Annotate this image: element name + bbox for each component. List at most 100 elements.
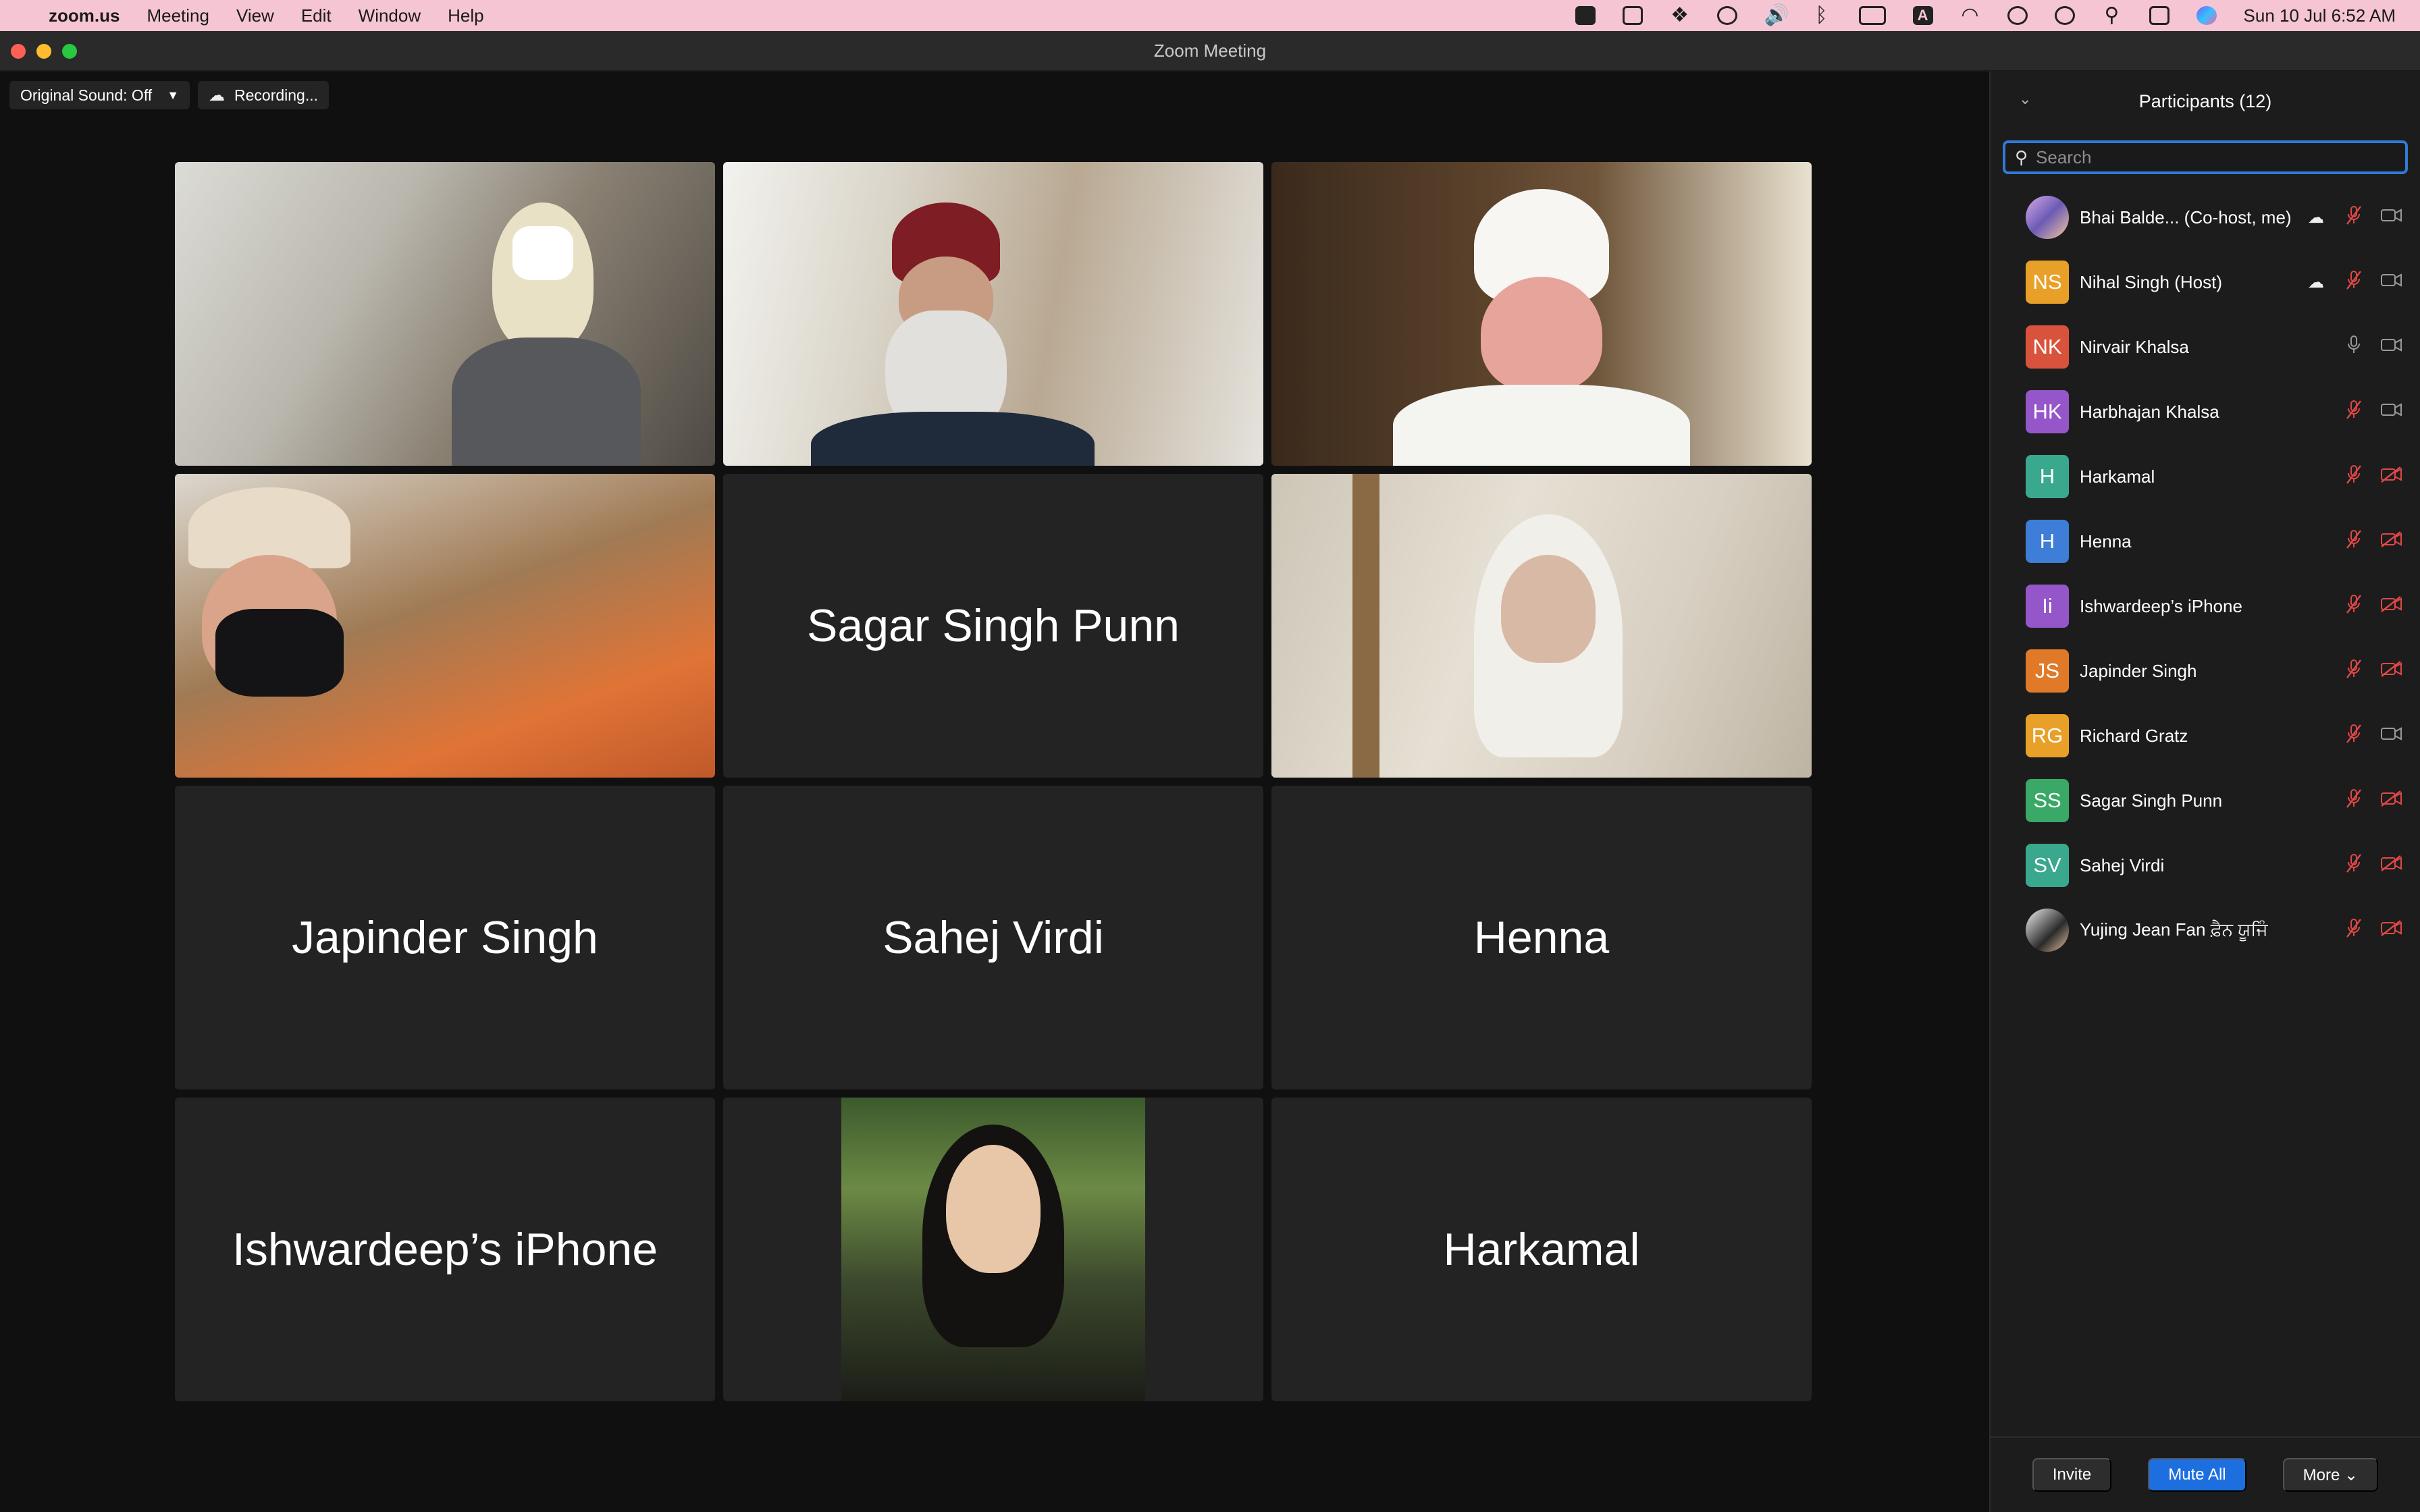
minimize-window-button[interactable] xyxy=(36,44,51,59)
avatar: NK xyxy=(2026,325,2069,369)
keyboard-input-icon[interactable]: A xyxy=(1912,6,1933,25)
caret-down-icon[interactable]: ▼ xyxy=(167,88,179,103)
participant-status-icons xyxy=(2328,444,2404,509)
video-tile[interactable]: Harkamal xyxy=(1271,1098,1812,1401)
participant-status-icons xyxy=(2328,315,2404,379)
microphone-muted-icon[interactable] xyxy=(2342,788,2366,813)
creative-cloud-icon[interactable] xyxy=(1716,6,1737,25)
participant-row[interactable]: H Henna xyxy=(1991,509,2420,574)
participant-row[interactable]: H Harkamal xyxy=(1991,444,2420,509)
video-camera-icon[interactable] xyxy=(2379,336,2404,358)
bluetooth-icon[interactable]: ᛒ xyxy=(1812,5,1832,26)
menu-help[interactable]: Help xyxy=(448,5,483,26)
video-camera-icon[interactable] xyxy=(2379,271,2404,294)
participant-row[interactable]: NK Nirvair Khalsa xyxy=(1991,315,2420,379)
participant-status-icons xyxy=(2328,703,2404,768)
video-tile[interactable] xyxy=(1271,162,1812,466)
zoom-status-icon[interactable] xyxy=(1575,6,1596,25)
invite-button[interactable]: Invite xyxy=(2032,1458,2112,1492)
participant-row[interactable]: Yujing Jean Fan ਫ਼ੈਨ ਯੂਜਿੰ xyxy=(1991,898,2420,963)
microphone-muted-icon[interactable] xyxy=(2342,659,2366,684)
volume-icon[interactable]: 🔊 xyxy=(1764,5,1789,26)
participant-video xyxy=(1271,162,1812,466)
dropbox-icon[interactable]: ❖ xyxy=(1670,5,1690,26)
microphone-muted-icon[interactable] xyxy=(2342,205,2366,230)
video-camera-icon[interactable] xyxy=(2379,725,2404,747)
control-center-icon[interactable] xyxy=(2149,6,2169,25)
participant-search-input[interactable] xyxy=(2034,146,2389,169)
chevron-down-icon[interactable]: ⌄ xyxy=(2019,90,2031,108)
video-off-icon[interactable] xyxy=(2379,790,2404,812)
meeting-gallery-area: Original Sound: Off ▼ ☁ Recording... Sag… xyxy=(0,72,1988,1512)
menu-edit[interactable]: Edit xyxy=(301,5,332,26)
more-button[interactable]: More ⌄ xyxy=(2282,1458,2379,1492)
video-tile[interactable]: Japinder Singh xyxy=(175,786,715,1089)
participant-status-icons xyxy=(2328,898,2404,963)
video-off-icon[interactable] xyxy=(2379,531,2404,553)
participant-status-icons xyxy=(2328,768,2404,833)
video-camera-icon[interactable] xyxy=(2379,401,2404,423)
video-tile[interactable] xyxy=(175,162,715,466)
battery-icon[interactable] xyxy=(1858,6,1886,25)
close-window-button[interactable] xyxy=(11,44,26,59)
participant-row[interactable]: Ii Ishwardeep’s iPhone xyxy=(1991,574,2420,639)
active-speaker-video-tile[interactable] xyxy=(1271,474,1812,778)
video-tile[interactable]: Henna xyxy=(1271,786,1812,1089)
video-tile[interactable] xyxy=(175,474,715,778)
zoom-window-button[interactable] xyxy=(62,44,77,59)
participant-name: Bhai Balde... (Co-host, me) xyxy=(2080,207,2292,227)
video-off-icon[interactable] xyxy=(2379,855,2404,877)
app-menu-zoom[interactable]: zoom.us xyxy=(49,5,120,26)
cloud-recording-icon: ☁ xyxy=(209,86,226,105)
recording-indicator[interactable]: ☁ Recording... xyxy=(198,81,330,109)
participant-row[interactable]: SV Sahej Virdi xyxy=(1991,833,2420,898)
microphone-muted-icon[interactable] xyxy=(2342,853,2366,878)
participant-name: Nihal Singh (Host) xyxy=(2080,271,2222,292)
participant-status-icons xyxy=(2328,833,2404,898)
wifi-icon[interactable]: ◠ xyxy=(1960,5,1980,26)
microphone-muted-icon[interactable] xyxy=(2342,529,2366,554)
screenshot-icon[interactable] xyxy=(1622,6,1643,25)
video-tile[interactable]: Sahej Virdi xyxy=(723,786,1263,1089)
participant-video xyxy=(175,162,715,466)
microphone-muted-icon[interactable] xyxy=(2342,724,2366,749)
participant-row[interactable]: NS Nihal Singh (Host) ☁ xyxy=(1991,250,2420,315)
participant-row[interactable]: RG Richard Gratz xyxy=(1991,703,2420,768)
microphone-muted-icon[interactable] xyxy=(2342,400,2366,425)
user-account-icon[interactable] xyxy=(2007,6,2028,25)
microphone-muted-icon[interactable] xyxy=(2342,464,2366,489)
participant-status-icons xyxy=(2328,509,2404,574)
spotlight-search-icon[interactable]: ⚲ xyxy=(2102,5,2122,26)
participant-name: Henna xyxy=(2080,531,2132,551)
video-off-icon[interactable] xyxy=(2379,660,2404,682)
microphone-muted-icon[interactable] xyxy=(2342,918,2366,943)
video-tile[interactable] xyxy=(723,1098,1263,1401)
video-off-icon[interactable] xyxy=(2379,466,2404,488)
menu-window[interactable]: Window xyxy=(359,5,421,26)
participants-footer: Invite Mute All More ⌄ xyxy=(1991,1436,2420,1512)
mute-all-button[interactable]: Mute All xyxy=(2148,1458,2246,1492)
video-off-icon[interactable] xyxy=(2379,919,2404,942)
participant-status-icons xyxy=(2328,574,2404,639)
window-controls xyxy=(11,44,77,59)
participant-row[interactable]: JS Japinder Singh xyxy=(1991,639,2420,703)
video-camera-icon[interactable] xyxy=(2379,207,2404,229)
time-machine-icon[interactable] xyxy=(2054,6,2075,25)
participant-row[interactable]: SS Sagar Singh Punn xyxy=(1991,768,2420,833)
participant-row[interactable]: HK Harbhajan Khalsa xyxy=(1991,379,2420,444)
menu-bar-clock[interactable]: Sun 10 Jul 6:52 AM xyxy=(2244,5,2396,26)
microphone-muted-icon[interactable] xyxy=(2342,594,2366,619)
video-tile[interactable]: Ishwardeep’s iPhone xyxy=(175,1098,715,1401)
microphone-muted-icon[interactable] xyxy=(2342,270,2366,295)
participant-row[interactable]: Bhai Balde... (Co-host, me) ☁ xyxy=(1991,185,2420,250)
video-tile[interactable] xyxy=(723,162,1263,466)
video-tile[interactable]: Sagar Singh Punn xyxy=(723,474,1263,778)
microphone-icon[interactable] xyxy=(2342,335,2366,360)
participant-name: Sahej Virdi xyxy=(883,912,1104,963)
original-sound-button[interactable]: Original Sound: Off ▼ xyxy=(9,81,190,109)
menu-view[interactable]: View xyxy=(236,5,274,26)
menu-meeting[interactable]: Meeting xyxy=(147,5,209,26)
avatar: H xyxy=(2026,455,2069,498)
siri-icon[interactable] xyxy=(2196,6,2217,25)
video-off-icon[interactable] xyxy=(2379,595,2404,618)
